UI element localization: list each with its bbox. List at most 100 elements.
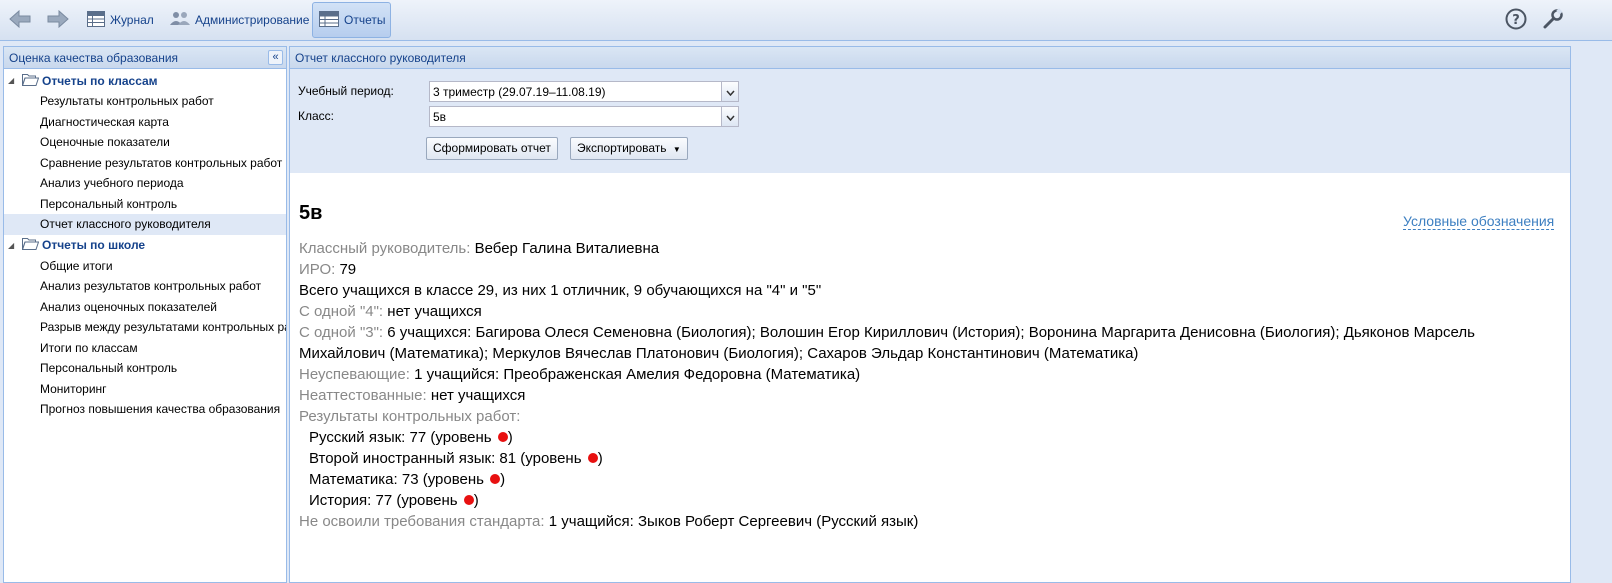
teacher-value: Вебер Галина Виталиевна (474, 240, 660, 257)
one-three-value: 6 учащихся: Багирова Олеся Семеновна (Би… (299, 324, 1475, 362)
report-icon (319, 10, 339, 30)
level-red-dot-icon (490, 474, 501, 484)
report-nav-panel: Оценка качества образования « ◢ Отчеты п… (3, 46, 287, 583)
one-three-row: С одной "3": 6 учащихся: Багирова Олеся … (299, 322, 1549, 364)
table-icon (87, 10, 105, 30)
folder-open-icon (21, 237, 40, 253)
failing-label: Неуспевающие: (299, 366, 410, 383)
not-mastered-value: 1 учащийся: Зыков Роберт Сергеевич (Русс… (548, 513, 919, 530)
iro-value: 79 (339, 261, 357, 278)
report-panel-title: Отчет классного руководителя (295, 51, 466, 65)
tree-item-diagnostic-map[interactable]: Диагностическая карта (4, 112, 286, 133)
tree-group-label: Отчеты по классам (42, 73, 158, 88)
unattested-label: Неаттестованные: (299, 387, 427, 404)
collapse-panel-button[interactable]: « (268, 50, 283, 65)
test-result-item: История: 77 (уровень ) (299, 490, 1549, 511)
help-icon: ? (1505, 8, 1527, 33)
folder-open-icon (21, 73, 40, 89)
teacher-label: Классный руководитель: (299, 240, 471, 257)
tree-item-overall-results[interactable]: Общие итоги (4, 256, 286, 277)
class-select[interactable]: 5в (429, 106, 739, 127)
report-info: Классный руководитель: Вебер Галина Вита… (299, 238, 1549, 532)
tree-item-class-teacher-report[interactable]: Отчет классного руководителя (4, 214, 286, 235)
report-panel: Отчет классного руководителя Учебный пер… (289, 46, 1571, 583)
one-three-label: С одной "3": (299, 324, 384, 341)
back-button[interactable] (2, 2, 34, 38)
tree-group-school[interactable]: ◢ Отчеты по школе (4, 235, 286, 256)
class-title: 5в (299, 202, 323, 224)
export-label: Экспортировать (577, 141, 667, 155)
chevron-down-icon (725, 85, 735, 99)
level-red-dot-icon (497, 432, 508, 442)
tree-item-period-analysis[interactable]: Анализ учебного периода (4, 173, 286, 194)
svg-text:?: ? (1512, 13, 1520, 28)
help-button[interactable]: ? (1498, 2, 1530, 38)
level-red-dot-icon (587, 453, 598, 463)
generate-report-label: Сформировать отчет (433, 141, 551, 155)
generate-report-button[interactable]: Сформировать отчет (426, 137, 558, 160)
class-dropdown-trigger[interactable] (721, 107, 738, 126)
tree-item-grade-indicators[interactable]: Оценочные показатели (4, 132, 286, 153)
class-select-value: 5в (433, 110, 447, 124)
period-dropdown-trigger[interactable] (721, 82, 738, 101)
not-mastered-label: Не освоили требования стандарта: (299, 513, 545, 530)
test-result-item: Русский язык: 77 (уровень ) (299, 427, 1549, 448)
test-value-close: ) (500, 471, 506, 488)
forward-button[interactable] (40, 2, 72, 38)
test-subject: Русский язык: (309, 429, 406, 446)
test-subject: Математика: (309, 471, 398, 488)
users-icon (170, 11, 190, 30)
legend-link[interactable]: Условные обозначения (1403, 214, 1555, 230)
test-value-close: ) (507, 429, 513, 446)
iro-row: ИРО: 79 (299, 259, 1549, 280)
chevron-down-icon (725, 110, 735, 124)
tree-group-classes[interactable]: ◢ Отчеты по классам (4, 70, 286, 91)
class-label: Класс: (298, 109, 334, 123)
test-subject: Второй иностранный язык: (309, 450, 496, 467)
right-edge-strip (1573, 46, 1612, 583)
arrow-left-icon (9, 9, 31, 31)
test-value: 81 (уровень (499, 450, 582, 467)
arrow-right-icon (47, 9, 69, 31)
expand-toggle-icon[interactable]: ◢ (8, 76, 20, 85)
test-value-close: ) (597, 450, 603, 467)
admin-label: Администрирование (195, 13, 310, 27)
tree-item-class-totals[interactable]: Итоги по классам (4, 338, 286, 359)
expand-toggle-icon[interactable]: ◢ (8, 241, 20, 250)
settings-button[interactable] (1535, 2, 1567, 38)
test-results-label: Результаты контрольных работ: (299, 408, 521, 425)
journal-button[interactable]: Журнал (80, 2, 161, 38)
total-text: Всего учащихся в классе 29, из них 1 отл… (299, 282, 822, 299)
tree-item-monitoring[interactable]: Мониторинг (4, 379, 286, 400)
report-tree: ◢ Отчеты по классам Результаты контрольн… (4, 69, 286, 420)
failing-row: Неуспевающие: 1 учащийся: Преображенская… (299, 364, 1549, 385)
period-select[interactable]: 3 триместр (29.07.19–11.08.19) (429, 81, 739, 102)
test-subject: История: (309, 492, 372, 509)
tree-item-results-gap[interactable]: Разрыв между результатами контрольных ра… (4, 317, 286, 338)
test-results-row: Результаты контрольных работ: (299, 406, 1549, 427)
test-value: 73 (уровень (401, 471, 484, 488)
reports-button[interactable]: Отчеты (312, 2, 391, 38)
test-value: 77 (уровень (409, 429, 492, 446)
journal-label: Журнал (110, 13, 154, 27)
tree-item-school-personal-control[interactable]: Персональный контроль (4, 358, 286, 379)
report-panel-header: Отчет классного руководителя (290, 47, 1570, 69)
teacher-row: Классный руководитель: Вебер Галина Вита… (299, 238, 1549, 259)
tree-item-quality-forecast[interactable]: Прогноз повышения качества образования (4, 399, 286, 420)
admin-button[interactable]: Администрирование (163, 2, 316, 38)
level-red-dot-icon (463, 495, 474, 505)
tree-item-test-comparison[interactable]: Сравнение результатов контрольных работ (4, 153, 286, 174)
period-select-value: 3 триместр (29.07.19–11.08.19) (433, 85, 606, 99)
tree-item-grade-analysis[interactable]: Анализ оценочных показателей (4, 297, 286, 318)
tree-item-test-results[interactable]: Результаты контрольных работ (4, 91, 286, 112)
tree-item-test-results-analysis[interactable]: Анализ результатов контрольных работ (4, 276, 286, 297)
caret-down-icon: ▼ (672, 145, 681, 154)
test-value-close: ) (473, 492, 479, 509)
one-four-value: нет учащихся (387, 303, 482, 320)
top-toolbar: Журнал Администрирование Отчеты ? (0, 0, 1612, 41)
iro-label: ИРО: (299, 261, 336, 278)
tree-item-personal-control[interactable]: Персональный контроль (4, 194, 286, 215)
test-result-item: Второй иностранный язык: 81 (уровень ) (299, 448, 1549, 469)
export-button[interactable]: Экспортировать ▼ (570, 137, 688, 160)
unattested-row: Неаттестованные: нет учащихся (299, 385, 1549, 406)
